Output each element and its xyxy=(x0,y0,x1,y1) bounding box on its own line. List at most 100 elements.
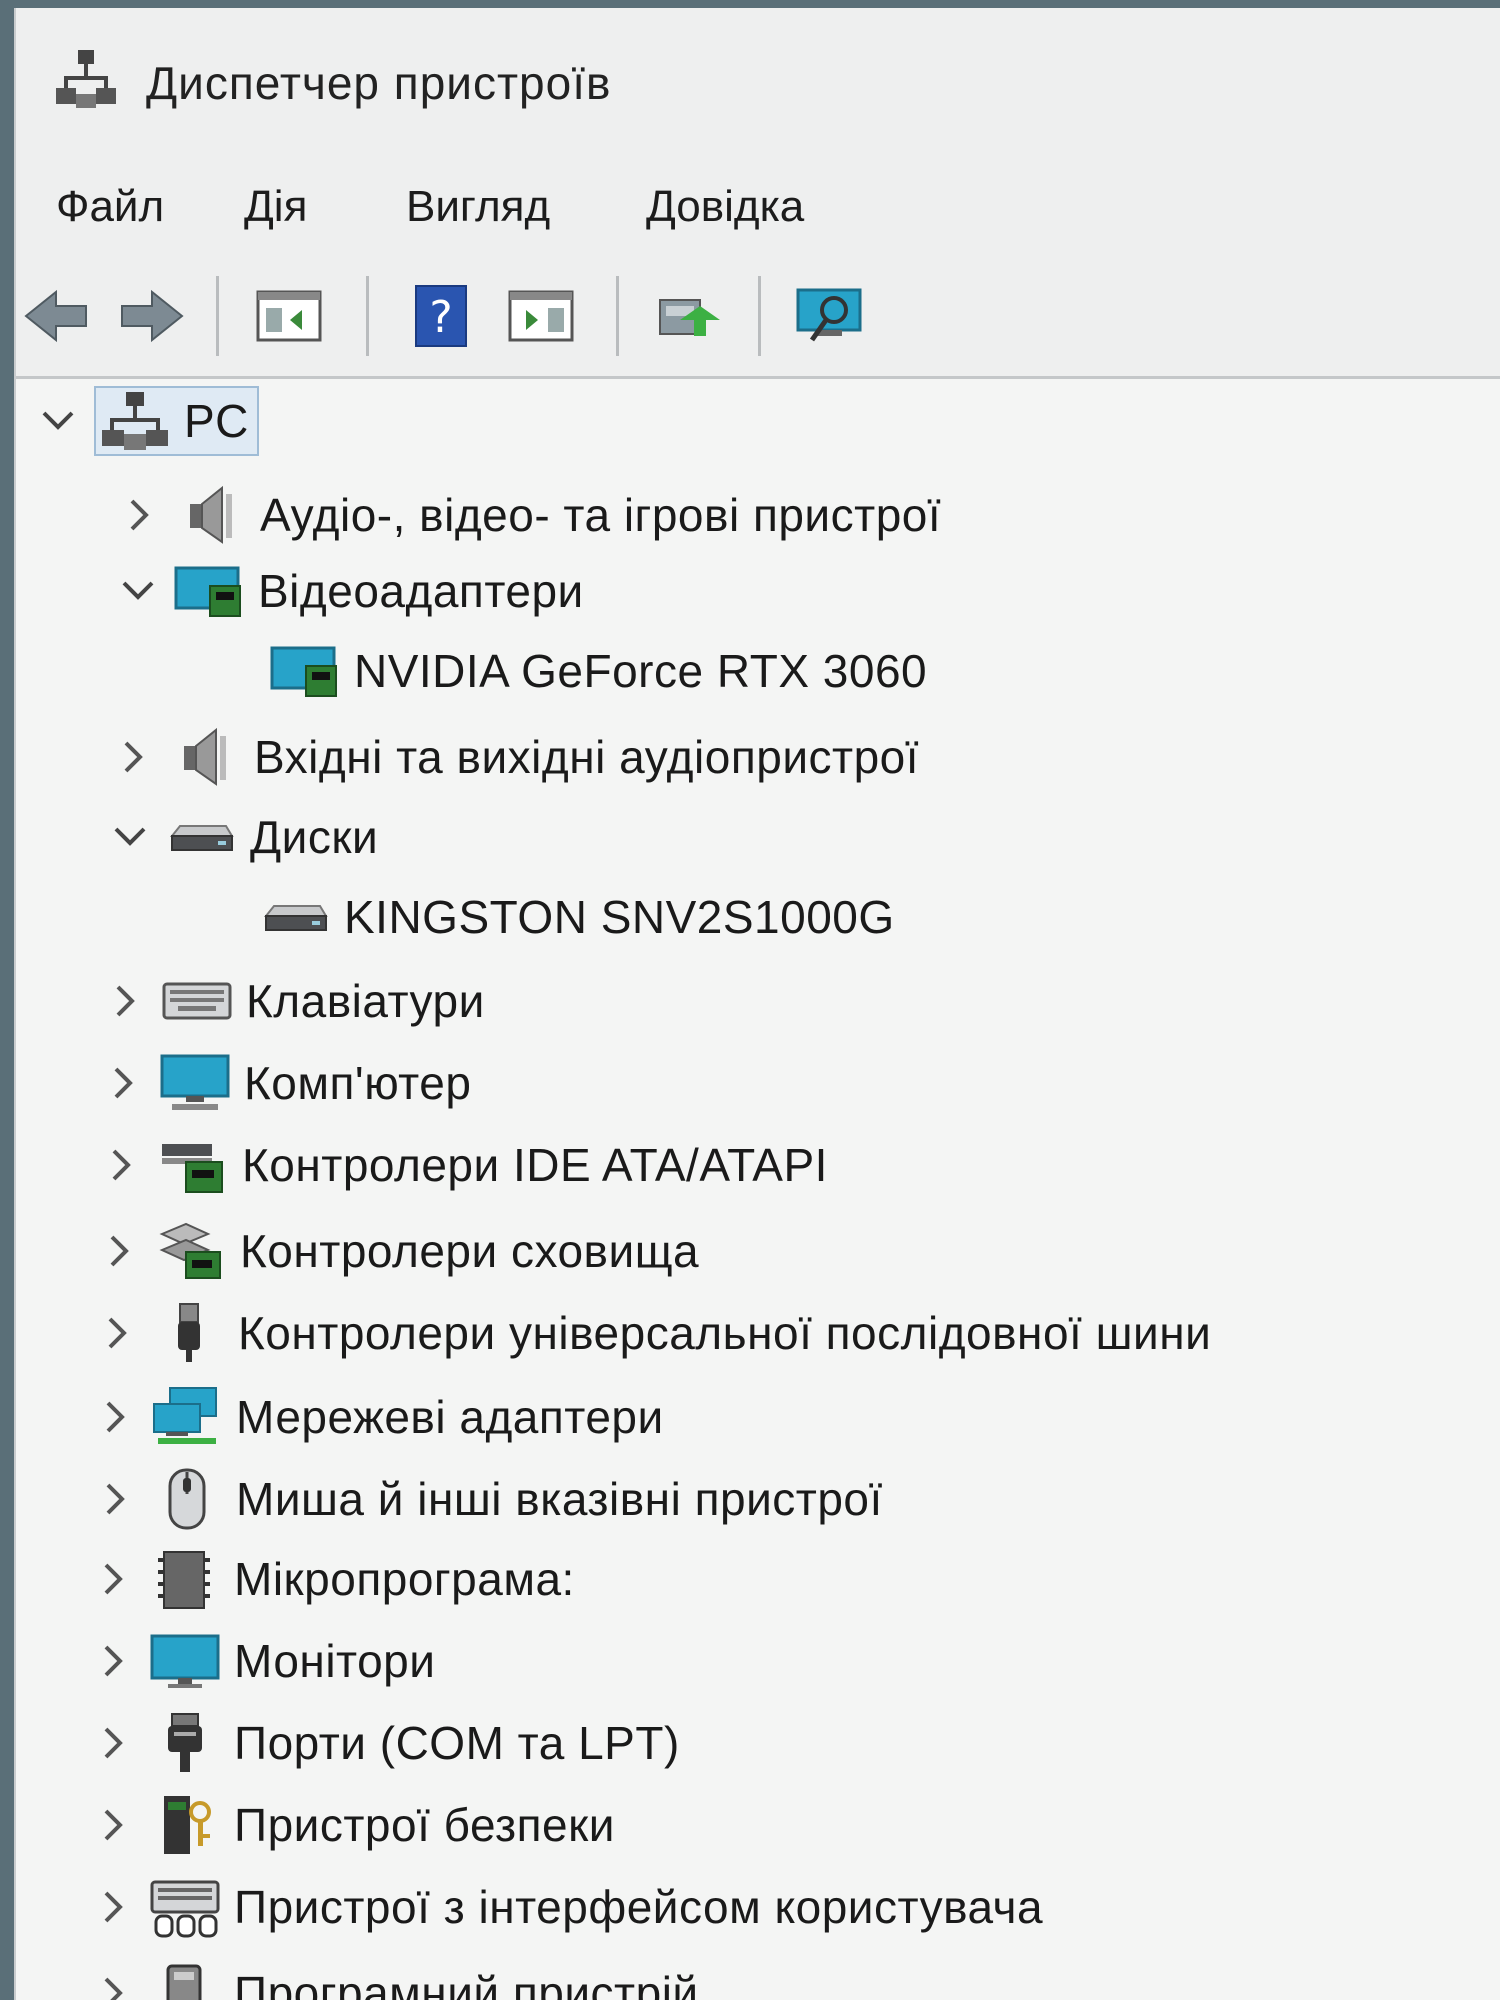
security-device-icon xyxy=(164,1796,211,1854)
tree-item-label: Контролери IDE ATA/ATAPI xyxy=(242,1139,828,1191)
scan-hardware-icon[interactable] xyxy=(794,284,864,348)
menu-action[interactable]: Дія xyxy=(244,182,307,232)
forward-arrow-icon[interactable] xyxy=(116,284,186,348)
tree-item-label: Комп'ютер xyxy=(244,1057,472,1109)
ide-controller-icon xyxy=(162,1144,223,1193)
tree-item-usb-controllers[interactable]: Контролери універсальної послідовної шин… xyxy=(96,1295,1211,1371)
toolbar-separator xyxy=(616,276,619,356)
tree-item-label: Відеоадаптери xyxy=(258,565,584,617)
chevron-down-icon[interactable] xyxy=(108,815,152,859)
tree-item-label: Пристрої з інтерфейсом користувача xyxy=(234,1881,1044,1933)
device-manager-window: Диспетчер пристроїв Файл Дія Вигляд Дові… xyxy=(14,8,1500,2000)
tree-item-label: NVIDIA GeForce RTX 3060 xyxy=(354,645,928,697)
root-label: PC xyxy=(184,395,249,447)
chevron-right-icon[interactable] xyxy=(94,1477,138,1521)
tree-item-ports[interactable]: Порти (COM та LPT) xyxy=(92,1705,680,1781)
chevron-right-icon[interactable] xyxy=(92,1557,136,1601)
toolbar: ? xyxy=(16,258,1500,379)
menu-view[interactable]: Вигляд xyxy=(406,182,550,232)
tree-item-label: KINGSTON SNV2S1000G xyxy=(344,891,895,943)
help-icon[interactable]: ? xyxy=(406,284,476,348)
tree-item-audio-inputs-outputs[interactable]: Вхідні та вихідні аудіопристрої xyxy=(112,719,919,795)
tree-item-label: Миша й інші вказівні пристрої xyxy=(236,1473,883,1525)
toolbar-separator xyxy=(758,276,761,356)
monitor-icon xyxy=(150,1634,220,1688)
tree-item-monitors[interactable]: Монітори xyxy=(92,1623,435,1699)
chevron-right-icon[interactable] xyxy=(92,1885,136,1929)
tree-item-network-adapters[interactable]: Мережеві адаптери xyxy=(94,1379,664,1455)
tree-item-label: Монітори xyxy=(234,1635,436,1687)
menu-bar: Файл Дія Вигляд Довідка xyxy=(16,158,1500,258)
chevron-right-icon[interactable] xyxy=(92,1803,136,1847)
tree-item-label: Вхідні та вихідні аудіопристрої xyxy=(254,731,920,783)
tree-item-security-devices[interactable]: Пристрої безпеки xyxy=(92,1787,615,1863)
tree-item-label: Програмний пристрій xyxy=(234,1967,699,2000)
tree-item-ide-controllers[interactable]: Контролери IDE ATA/ATAPI xyxy=(100,1127,828,1203)
update-driver-icon[interactable] xyxy=(652,284,722,348)
tree-item-label: Мікропрограма: xyxy=(234,1553,575,1605)
tree-item-software-devices[interactable]: Програмний пристрій xyxy=(92,1955,699,2000)
tree-root-pc[interactable]: PC xyxy=(36,383,259,459)
display-adapter-icon xyxy=(174,566,241,617)
display-adapter-icon xyxy=(270,646,337,697)
tree-item-label: Аудіо-, відео- та ігрові пристрої xyxy=(260,489,942,541)
chevron-right-icon[interactable] xyxy=(102,1061,146,1105)
chevron-right-icon[interactable] xyxy=(100,1143,144,1187)
chevron-right-icon[interactable] xyxy=(92,1971,136,2000)
port-icon xyxy=(168,1713,202,1772)
disk-drive-icon xyxy=(263,905,328,931)
chevron-right-icon[interactable] xyxy=(94,1395,138,1439)
chevron-right-icon[interactable] xyxy=(96,1311,140,1355)
tree-item-label: Контролери універсальної послідовної шин… xyxy=(238,1307,1212,1359)
chevron-right-icon[interactable] xyxy=(112,735,156,779)
speaker-icon xyxy=(184,727,226,786)
network-adapter-icon xyxy=(153,1387,217,1444)
tree-item-label: Контролери сховища xyxy=(240,1225,700,1277)
chevron-right-icon[interactable] xyxy=(92,1639,136,1683)
mouse-icon xyxy=(168,1468,206,1530)
speaker-icon xyxy=(190,485,232,544)
tree-item-display-adapters[interactable]: Відеоадаптери xyxy=(116,553,584,629)
tree-item-computer[interactable]: Комп'ютер xyxy=(102,1045,471,1121)
window-title: Диспетчер пристроїв xyxy=(146,57,612,109)
computer-icon xyxy=(160,1054,230,1110)
device-tree: PC Аудіо-, відео- та ігрові пристрої Від… xyxy=(16,379,1500,2000)
tree-item-firmware[interactable]: Мікропрограма: xyxy=(92,1541,575,1617)
show-hide-console-tree-icon[interactable] xyxy=(254,284,324,348)
tree-item-hid-devices[interactable]: Пристрої з інтерфейсом користувача xyxy=(92,1869,1043,1945)
tree-item-label: Мережеві адаптери xyxy=(236,1391,664,1443)
back-arrow-icon[interactable] xyxy=(22,284,92,348)
toolbar-separator xyxy=(216,276,219,356)
chevron-right-icon[interactable] xyxy=(118,493,162,537)
firmware-icon xyxy=(158,1551,210,1609)
storage-controller-icon xyxy=(159,1222,221,1279)
tree-item-disk-drives[interactable]: Диски xyxy=(108,799,378,875)
menu-help[interactable]: Довідка xyxy=(646,182,804,232)
chevron-right-icon[interactable] xyxy=(104,979,148,1023)
computer-network-icon xyxy=(102,392,168,450)
tree-item-label: Порти (COM та LPT) xyxy=(234,1717,680,1769)
tree-item-label: Пристрої безпеки xyxy=(234,1799,615,1851)
tree-item-storage-controllers[interactable]: Контролери сховища xyxy=(98,1213,699,1289)
tree-device-kingston-ssd[interactable]: KINGSTON SNV2S1000G xyxy=(260,879,895,955)
tree-item-keyboards[interactable]: Клавіатури xyxy=(104,963,485,1039)
tree-device-nvidia-rtx-3060[interactable]: NVIDIA GeForce RTX 3060 xyxy=(270,633,927,709)
disk-drive-icon xyxy=(169,825,234,851)
keyboard-icon xyxy=(162,982,232,1020)
root-node-selection: PC xyxy=(94,386,259,456)
device-manager-icon xyxy=(56,50,116,108)
chevron-right-icon[interactable] xyxy=(92,1721,136,1765)
properties-icon[interactable] xyxy=(506,284,576,348)
software-device-icon xyxy=(166,1964,202,2000)
menu-file[interactable]: Файл xyxy=(56,182,164,232)
tree-item-audio-video-game[interactable]: Аудіо-, відео- та ігрові пристрої xyxy=(118,477,941,553)
svg-text:?: ? xyxy=(429,292,452,343)
tree-item-mice[interactable]: Миша й інші вказівні пристрої xyxy=(94,1461,883,1537)
tree-item-label: Клавіатури xyxy=(246,975,485,1027)
chevron-down-icon[interactable] xyxy=(36,399,80,443)
hid-icon xyxy=(150,1880,220,1938)
chevron-right-icon[interactable] xyxy=(98,1229,142,1273)
chevron-down-icon[interactable] xyxy=(116,569,160,613)
title-bar: Диспетчер пристроїв xyxy=(16,8,1500,158)
tree-item-label: Диски xyxy=(250,811,379,863)
